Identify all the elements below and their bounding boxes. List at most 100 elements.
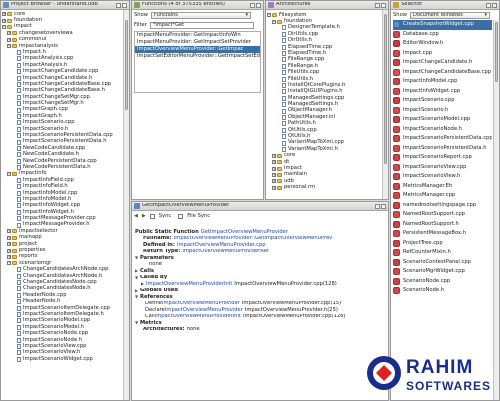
collapse-icon[interactable]: −: [272, 19, 276, 24]
close-button[interactable]: [381, 2, 386, 8]
collapse-arrow-icon[interactable]: ▼: [135, 321, 139, 325]
project-browser-titlebar[interactable]: Project Browser - understand.udb: [1, 1, 129, 10]
selector-list-item[interactable]: MetricsManager.cpp: [393, 191, 492, 201]
float-button[interactable]: [375, 203, 380, 209]
selector-list-item[interactable]: ScenarioMgrWidget.cpp: [393, 267, 492, 277]
selector-titlebar[interactable]: Selector: [391, 1, 499, 10]
expand-icon[interactable]: +: [7, 229, 11, 234]
selector-list-item[interactable]: CreateSnapshotWidget.cpp: [393, 20, 492, 30]
float-button[interactable]: [486, 2, 491, 8]
selector-list-item[interactable]: ScenarioNode.h: [393, 286, 492, 296]
reference-link[interactable]: ImpactOverviewMenuProvider: [162, 301, 240, 306]
architecture-tree-item[interactable]: + personal.rm: [267, 184, 381, 191]
functions-list[interactable]: ImpactMenuProvider::GetImpactInfoWin Impa…: [134, 31, 261, 93]
info-entity-link[interactable]: GetImpactOverviewMenuProvider: [201, 229, 288, 235]
selector-list-item[interactable]: ImpactScenarioModel.cpp: [393, 115, 492, 125]
project-tree-scrollbar[interactable]: [123, 10, 129, 400]
architectures-tree[interactable]: − Filesystem − foundation DesignerTemplate.h…: [267, 12, 381, 198]
close-button[interactable]: [492, 2, 497, 8]
selector-list-item[interactable]: ImpactScenarioView.cpp: [393, 163, 492, 173]
selector-list-item[interactable]: ImpactScenarioPersistentData.h: [393, 144, 492, 154]
expand-icon[interactable]: +: [7, 248, 11, 253]
float-button[interactable]: [250, 2, 255, 8]
expand-icon[interactable]: +: [7, 37, 11, 42]
selector-list-item[interactable]: ProjectTree.cpp: [393, 239, 492, 249]
collapse-icon[interactable]: −: [267, 13, 271, 18]
collapse-icon[interactable]: −: [7, 261, 11, 266]
expand-icon[interactable]: +: [272, 179, 276, 184]
collapse-icon[interactable]: −: [2, 24, 6, 29]
selector-list-item[interactable]: ImpactScenarioPersistentData.cpp: [393, 134, 492, 144]
function-list-item[interactable]: ImpactMenuProvider::GetImpactSetProvider: [135, 39, 260, 46]
expand-icon[interactable]: +: [272, 185, 276, 190]
expand-icon[interactable]: +: [2, 12, 6, 17]
functions-titlebar[interactable]: Functions (4 of 375335 entities): [132, 1, 263, 10]
selector-list-item[interactable]: ImpactInfoModel.cpp: [393, 77, 492, 87]
info-browser-titlebar[interactable]: GetImpactOverviewMenuProvider: [132, 202, 388, 211]
selector-list-item[interactable]: ImpactScenarioView.h: [393, 172, 492, 182]
selector-list-item[interactable]: namedrootsettingspage.cpp: [393, 201, 492, 211]
scroll-thumb[interactable]: [495, 22, 498, 82]
expand-icon[interactable]: +: [7, 31, 11, 36]
selector-list-item[interactable]: NamedRootSupport.h: [393, 220, 492, 230]
selector-list-item[interactable]: EditorWindow.h: [393, 39, 492, 49]
architectures-titlebar[interactable]: Architectures: [266, 1, 388, 10]
function-list-item[interactable]: ImpactSetEditorMenuProvider::GetImpactSe…: [135, 53, 260, 60]
architectures-scrollbar[interactable]: [382, 10, 388, 199]
project-tree-item[interactable]: ImpactScenarioWidget.cpp: [2, 356, 122, 362]
expand-icon[interactable]: +: [272, 172, 276, 177]
float-button[interactable]: [116, 2, 121, 8]
expand-icon[interactable]: +: [7, 235, 11, 240]
info-field-value[interactable]: ImpactOverviewMenuProviderRef: [182, 249, 268, 254]
selector-list-item[interactable]: RefCounterMixin.h: [393, 248, 492, 258]
expand-icon[interactable]: +: [7, 242, 11, 247]
scroll-thumb[interactable]: [125, 20, 128, 110]
selector-list-item[interactable]: ImpactScenarioReport.cpp: [393, 153, 492, 163]
expand-icon[interactable]: +: [272, 153, 276, 158]
expand-arrow-icon[interactable]: ▶: [135, 288, 139, 293]
selector-list-item[interactable]: ScenarioNode.cpp: [393, 277, 492, 287]
selector-list[interactable]: CreateSnapshotWidget.cpp Database.cpp Edit…: [393, 20, 492, 399]
selector-list-item[interactable]: MetricsManager.Eh: [393, 182, 492, 192]
info-field-value[interactable]: ImpactOverviewMenuProvider.cpp: [177, 242, 266, 248]
selector-list-item[interactable]: ImpactChangeCandidateBase.cpp: [393, 68, 492, 78]
close-button[interactable]: [381, 203, 386, 209]
collapse-arrow-icon[interactable]: ▼: [135, 256, 139, 260]
called-by-link[interactable]: ImpactOverviewMenuProviderInit: [146, 281, 232, 287]
forward-button[interactable]: ▶: [142, 214, 146, 219]
show-combo[interactable]: Functions ▾: [151, 12, 251, 19]
selector-list-item[interactable]: ImpactInfoWidget.cpp: [393, 87, 492, 97]
function-list-item[interactable]: ImpactOverviewMenuProvider::GetImpac: [135, 46, 260, 53]
selector-list-item[interactable]: ImpactScenarioNode.h: [393, 125, 492, 135]
close-button[interactable]: [122, 2, 127, 8]
back-button[interactable]: ◀: [134, 214, 138, 219]
expand-icon[interactable]: +: [272, 166, 276, 171]
expand-icon[interactable]: +: [2, 18, 6, 23]
expand-arrow-icon[interactable]: ▶: [141, 282, 145, 286]
selector-scrollbar[interactable]: [493, 20, 499, 400]
reference-link[interactable]: ImpactOverviewMenuProviderInit: [155, 314, 241, 319]
collapse-arrow-icon[interactable]: ▼: [135, 295, 139, 299]
float-button[interactable]: [375, 2, 380, 8]
selector-show-combo[interactable]: Document Windows ▾: [410, 12, 490, 19]
selector-list-item[interactable]: NamedRootSupport.cpp: [393, 210, 492, 220]
expand-icon[interactable]: +: [272, 160, 276, 165]
selector-list-item[interactable]: ImpactChangeCandidate.h: [393, 58, 492, 68]
selector-list-item[interactable]: ImpactScenario.cpp: [393, 96, 492, 106]
scroll-thumb[interactable]: [384, 14, 387, 164]
selector-list-item[interactable]: ScenarioContextPanel.cpp: [393, 258, 492, 268]
collapse-icon[interactable]: −: [7, 171, 11, 176]
reference-link[interactable]: ImpactOverviewMenuProvider: [165, 307, 243, 313]
selector-list-item[interactable]: ImpactScenario.h: [393, 106, 492, 116]
collapse-icon[interactable]: −: [7, 44, 11, 49]
expand-arrow-icon[interactable]: ▶: [135, 269, 139, 273]
close-button[interactable]: [256, 2, 261, 8]
expand-icon[interactable]: +: [7, 255, 11, 260]
filter-input[interactable]: *Impact*Get: [149, 22, 254, 29]
file-sync-checkbox[interactable]: [178, 214, 184, 219]
info-field-value[interactable]: ImpactOverviewMenuProvider::GetImpactOve…: [174, 236, 333, 241]
project-tree[interactable]: + core + foundation − impact + changesetovervie…: [2, 11, 122, 399]
sync-checkbox[interactable]: [149, 214, 155, 219]
selector-list-item[interactable]: Database.cpp: [393, 30, 492, 40]
selector-list-item[interactable]: PersistentMessageBox.h: [393, 229, 492, 239]
